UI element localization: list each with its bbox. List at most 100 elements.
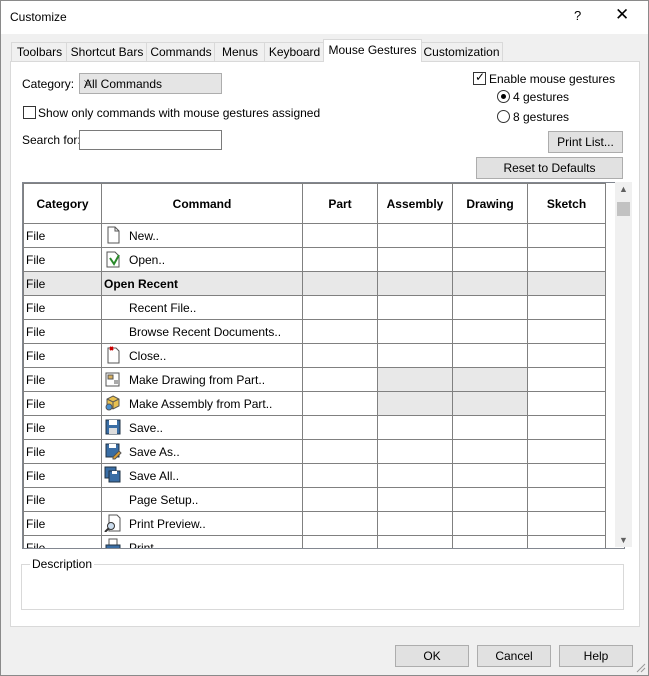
gesture-cell-drawing[interactable] — [452, 535, 528, 548]
gesture-cell-sketch[interactable] — [527, 223, 606, 248]
scroll-down-icon[interactable]: ▼ — [619, 535, 628, 545]
column-header-assembly[interactable]: Assembly — [377, 183, 453, 224]
gesture-cell-drawing-disabled — [452, 391, 528, 416]
table-row[interactable]: File Save.. — [23, 415, 606, 440]
resize-grip-icon[interactable] — [634, 661, 646, 673]
tab-toolbars[interactable]: Toolbars — [11, 42, 68, 61]
gesture-cell-assembly[interactable] — [377, 295, 453, 320]
table-row[interactable]: File Make Drawing from Part.. — [23, 367, 606, 392]
tab-keyboard[interactable]: Keyboard — [264, 42, 325, 61]
table-row-group[interactable]: File Open Recent — [23, 271, 606, 296]
category-dropdown[interactable]: All Commands ⌵ — [79, 73, 222, 94]
gesture-cell-part[interactable] — [302, 247, 378, 272]
gesture-cell-part[interactable] — [302, 511, 378, 536]
gesture-cell-sketch[interactable] — [527, 367, 606, 392]
gesture-cell-part[interactable] — [302, 367, 378, 392]
tab-customization[interactable]: Customization — [420, 42, 503, 61]
help-icon[interactable]: ? — [574, 8, 581, 23]
gesture-cell-assembly[interactable] — [377, 319, 453, 344]
gesture-cell-part[interactable] — [302, 343, 378, 368]
gesture-cell-assembly[interactable] — [377, 439, 453, 464]
radio-8-gestures[interactable] — [497, 110, 510, 123]
gesture-cell-part[interactable] — [302, 439, 378, 464]
table-row[interactable]: File Browse Recent Documents.. — [23, 319, 606, 344]
gesture-cell-sketch[interactable] — [527, 439, 606, 464]
gesture-cell-sketch[interactable] — [527, 295, 606, 320]
gesture-cell-drawing[interactable] — [452, 439, 528, 464]
cancel-button[interactable]: Cancel — [477, 645, 551, 667]
tab-commands[interactable]: Commands — [146, 42, 216, 61]
tab-menus[interactable]: Menus — [214, 42, 266, 61]
table-row[interactable]: File Close.. — [23, 343, 606, 368]
gesture-cell-part[interactable] — [302, 295, 378, 320]
column-header-category[interactable]: Category — [23, 183, 102, 224]
gesture-cell-assembly[interactable] — [377, 535, 453, 548]
reset-to-defaults-button[interactable]: Reset to Defaults — [476, 157, 623, 179]
tab-mouse-gestures[interactable]: Mouse Gestures — [323, 39, 422, 62]
gesture-cell-part[interactable] — [302, 223, 378, 248]
gesture-cell-part[interactable] — [302, 487, 378, 512]
table-row[interactable]: File Recent File.. — [23, 295, 606, 320]
gesture-cell-drawing[interactable] — [452, 487, 528, 512]
column-header-command[interactable]: Command — [101, 183, 303, 224]
gesture-cell-sketch[interactable] — [527, 535, 606, 548]
column-header-sketch[interactable]: Sketch — [527, 183, 606, 224]
command-cell: Close.. — [101, 343, 303, 368]
help-button[interactable]: Help — [559, 645, 633, 667]
close-icon[interactable]: ✕ — [615, 5, 629, 25]
gesture-cell-sketch[interactable] — [527, 487, 606, 512]
category-cell: File — [23, 247, 102, 272]
enable-mouse-gestures-checkbox[interactable]: ✓ — [473, 70, 486, 85]
category-cell: File — [23, 319, 102, 344]
table-row[interactable]: File Print Preview.. — [23, 511, 606, 536]
table-row[interactable]: File Save As.. — [23, 439, 606, 464]
gesture-cell-sketch[interactable] — [527, 391, 606, 416]
column-header-drawing[interactable]: Drawing — [452, 183, 528, 224]
gesture-cell-drawing[interactable] — [452, 247, 528, 272]
print-list-button[interactable]: Print List... — [548, 131, 623, 153]
tab-shortcut-bars[interactable]: Shortcut Bars — [66, 42, 148, 61]
gesture-cell-part[interactable] — [302, 415, 378, 440]
search-input[interactable] — [79, 130, 222, 150]
gesture-cell-assembly[interactable] — [377, 463, 453, 488]
gesture-cell-assembly[interactable] — [377, 343, 453, 368]
gesture-cell-assembly[interactable] — [377, 223, 453, 248]
gesture-cell-part[interactable] — [302, 391, 378, 416]
gesture-cell-sketch[interactable] — [527, 319, 606, 344]
scroll-up-icon[interactable]: ▲ — [619, 184, 628, 194]
gesture-cell-assembly[interactable] — [377, 247, 453, 272]
gesture-cell-sketch[interactable] — [527, 415, 606, 440]
gesture-cell-drawing[interactable] — [452, 295, 528, 320]
gesture-cell-assembly[interactable] — [377, 511, 453, 536]
scroll-thumb[interactable] — [617, 202, 630, 216]
gesture-cell-drawing[interactable] — [452, 511, 528, 536]
table-row[interactable]: File Page Setup.. — [23, 487, 606, 512]
gesture-cell-drawing[interactable] — [452, 319, 528, 344]
table-row[interactable]: File Print.. — [23, 535, 606, 548]
gesture-cell-part[interactable] — [302, 319, 378, 344]
gesture-cell-drawing[interactable] — [452, 223, 528, 248]
table-row[interactable]: File Make Assembly from Part.. — [23, 391, 606, 416]
table-row[interactable]: File Save All.. — [23, 463, 606, 488]
gesture-cell-assembly[interactable] — [377, 487, 453, 512]
category-cell: File — [23, 511, 102, 536]
gesture-cell-sketch[interactable] — [527, 343, 606, 368]
gesture-cell-drawing[interactable] — [452, 415, 528, 440]
show-only-checkbox[interactable] — [23, 106, 36, 119]
vertical-scrollbar[interactable]: ▲ ▼ — [615, 182, 632, 547]
radio-4-gestures[interactable] — [497, 90, 510, 103]
gesture-cell-sketch[interactable] — [527, 463, 606, 488]
table-row[interactable]: File Open.. — [23, 247, 606, 272]
gesture-cell-sketch[interactable] — [527, 511, 606, 536]
gesture-cell-part[interactable] — [302, 463, 378, 488]
table-row[interactable]: File New.. — [23, 223, 606, 248]
command-cell: Save.. — [101, 415, 303, 440]
gesture-cell-assembly[interactable] — [377, 415, 453, 440]
column-header-part[interactable]: Part — [302, 183, 378, 224]
ok-button[interactable]: OK — [395, 645, 469, 667]
category-cell: File — [23, 487, 102, 512]
gesture-cell-sketch[interactable] — [527, 247, 606, 272]
gesture-cell-drawing[interactable] — [452, 343, 528, 368]
gesture-cell-part[interactable] — [302, 535, 378, 548]
gesture-cell-drawing[interactable] — [452, 463, 528, 488]
